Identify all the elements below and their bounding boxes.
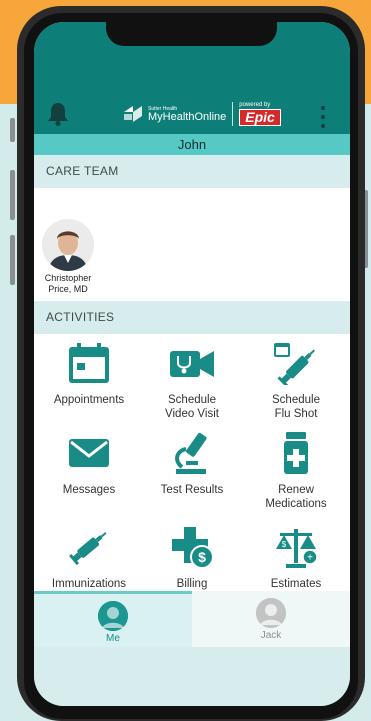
activity-label: Estimates xyxy=(270,578,322,590)
svg-text:$: $ xyxy=(282,540,287,549)
tab-me[interactable]: Me xyxy=(34,591,192,647)
jack-avatar-icon xyxy=(256,598,286,628)
tab-jack[interactable]: Jack xyxy=(192,591,350,647)
activity-messages[interactable]: Messages xyxy=(37,431,141,497)
activity-label-2: Flu Shot xyxy=(274,408,318,420)
activity-appointments[interactable]: Appointments xyxy=(37,341,141,407)
pill-bottle-icon xyxy=(284,432,308,474)
phone-volume-up xyxy=(10,170,15,220)
app-logo: Sutter Health MyHealthOnline powered by … xyxy=(124,102,281,126)
activity-label: Immunizations xyxy=(51,578,127,590)
activity-estimates[interactable]: $ + Estimates xyxy=(244,525,348,591)
phone-volume-down xyxy=(10,235,15,285)
scale-icon: $ + xyxy=(276,529,318,568)
activity-label: Appointments xyxy=(53,394,125,406)
activity-test-results[interactable]: Test Results xyxy=(140,431,244,497)
sutter-health-logo-icon xyxy=(124,106,142,122)
care-team-member-avatar[interactable] xyxy=(42,219,94,271)
logo-divider xyxy=(232,102,234,126)
syringe-calendar-icon xyxy=(274,343,315,385)
me-avatar-icon xyxy=(98,601,128,631)
syringe-icon xyxy=(69,532,107,566)
envelope-icon xyxy=(69,439,109,467)
activity-label-2: Medications xyxy=(265,498,327,510)
patient-name-bar[interactable]: John xyxy=(34,134,350,155)
powered-by-text: powered by xyxy=(239,102,271,108)
activity-label: Messages xyxy=(62,484,116,496)
activity-schedule-flu-shot[interactable]: Schedule Flu Shot xyxy=(244,341,348,421)
activities-header: ACTIVITIES xyxy=(34,301,350,334)
activity-billing[interactable]: $ Billing xyxy=(140,525,244,591)
tab-jack-label: Jack xyxy=(260,630,282,641)
activity-label: Schedule xyxy=(168,394,216,406)
microscope-icon xyxy=(175,432,207,474)
phone-mute-switch xyxy=(10,118,15,142)
activity-label: Test Results xyxy=(160,484,224,496)
svg-text:+: + xyxy=(307,553,313,564)
member-name-line1: Christopher xyxy=(44,273,92,283)
phone-notch xyxy=(106,15,277,46)
video-stethoscope-icon xyxy=(170,351,214,377)
care-team-header: CARE TEAM xyxy=(34,155,350,188)
billing-cross-icon: $ xyxy=(172,527,214,569)
activity-label-2: Video Visit xyxy=(165,408,219,420)
activity-label: Renew xyxy=(278,484,314,496)
epic-logo: Epic xyxy=(239,109,281,126)
svg-text:$: $ xyxy=(198,549,206,565)
bell-icon[interactable] xyxy=(46,101,70,127)
activity-label: Billing xyxy=(176,578,208,590)
bottom-tab-bar: Me Jack xyxy=(34,591,350,647)
bottom-empty-area xyxy=(34,647,350,706)
member-name-line2: Price, MD xyxy=(48,284,88,294)
calendar-icon xyxy=(69,343,109,383)
tab-me-label: Me xyxy=(106,633,120,644)
doctor-photo-icon xyxy=(42,219,94,271)
care-team-member-name[interactable]: Christopher Price, MD xyxy=(34,273,102,295)
brand-name-text: MyHealthOnline xyxy=(148,110,227,123)
activity-schedule-video-visit[interactable]: Schedule Video Visit xyxy=(140,341,244,421)
activity-label: Schedule xyxy=(272,394,320,406)
more-menu-icon[interactable] xyxy=(320,106,326,128)
activity-renew-medications[interactable]: Renew Medications xyxy=(244,431,348,511)
phone-screen: Sutter Health MyHealthOnline powered by … xyxy=(34,22,350,706)
activity-immunizations[interactable]: Immunizations xyxy=(37,525,141,591)
